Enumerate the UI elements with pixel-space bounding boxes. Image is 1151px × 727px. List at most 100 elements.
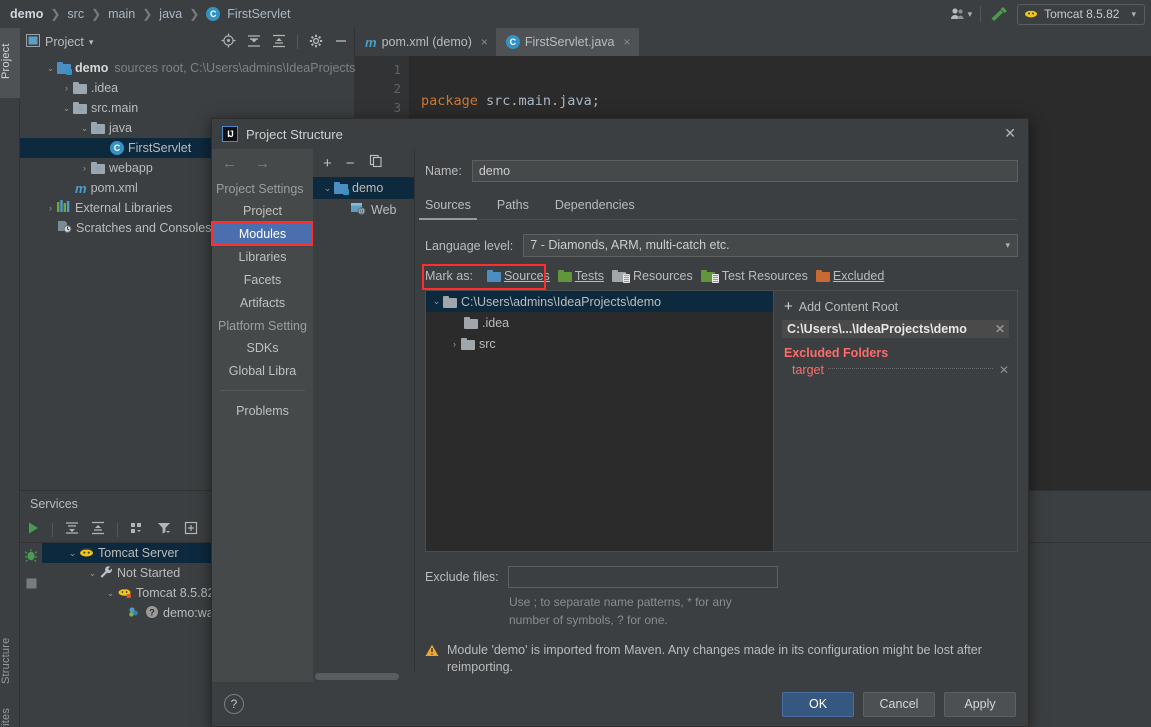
tree-label: demo [75, 61, 109, 75]
chevron-down-icon[interactable]: ⌄ [104, 588, 117, 599]
chevron-down-icon[interactable]: ⌄ [321, 183, 334, 194]
code-line: package src.main.java; [421, 93, 600, 109]
dotted-leader [827, 367, 993, 369]
run-icon[interactable] [26, 521, 40, 538]
expand-all-icon[interactable] [65, 521, 79, 538]
mark-as-test-resources-button[interactable]: Test Resources [700, 269, 808, 283]
expand-all-icon[interactable] [247, 34, 261, 51]
tree-item-src-main[interactable]: ⌄ src.main [20, 98, 354, 118]
gear-icon[interactable] [309, 34, 323, 51]
nav-item-problems[interactable]: Problems [212, 399, 313, 422]
tab-dependencies[interactable]: Dependencies [555, 198, 635, 219]
module-name-row: Name: demo [425, 149, 1018, 182]
chevron-right-icon[interactable]: › [448, 339, 461, 349]
editor-tab-label: pom.xml (demo) [381, 35, 472, 49]
mark-as-sources-button[interactable]: Sources [486, 269, 550, 283]
breadcrumb-item-firstservlet[interactable]: FirstServlet [225, 7, 292, 21]
close-icon[interactable]: ✕ [1004, 126, 1016, 140]
chevron-down-icon[interactable]: ⌄ [60, 103, 73, 114]
add-frame-icon[interactable] [184, 521, 199, 538]
copy-module-icon[interactable] [369, 154, 383, 172]
content-root-child-src[interactable]: › src [426, 333, 773, 354]
chevron-down-icon[interactable]: ⌄ [44, 63, 57, 74]
chevron-right-icon[interactable]: › [78, 163, 91, 173]
project-panel-title[interactable]: Project ▾ [26, 34, 93, 50]
close-icon[interactable]: ✕ [999, 363, 1009, 377]
breadcrumb-item-src[interactable]: src [65, 7, 86, 21]
chevron-down-icon[interactable]: ▾ [1131, 9, 1136, 20]
tab-sources[interactable]: Sources [419, 198, 477, 220]
content-root-row[interactable]: ⌄ C:\Users\admins\IdeaProjects\demo [426, 291, 773, 312]
debug-icon[interactable] [24, 548, 38, 565]
chevron-down-icon[interactable]: ⌄ [86, 568, 99, 579]
breadcrumb-separator: ❯ [189, 7, 200, 21]
run-configuration-selector[interactable]: Tomcat 8.5.82 ▾ [1017, 3, 1145, 25]
collapse-all-icon[interactable] [91, 521, 105, 538]
chevron-down-icon[interactable]: ⌄ [66, 548, 79, 559]
nav-item-global-libraries[interactable]: Global Libra [212, 359, 313, 382]
line-number: 1 [393, 62, 401, 77]
close-icon[interactable]: ✕ [995, 322, 1005, 336]
forward-arrow-icon[interactable]: → [255, 155, 270, 172]
nav-item-modules[interactable]: Modules [211, 221, 314, 246]
toolbar-right: ▾ Tomcat 8.5.82 ▾ [950, 0, 1145, 28]
tree-item-demo[interactable]: ⌄ demo sources root, C:\Users\admins\Ide… [20, 58, 359, 78]
module-item-web-facet[interactable]: Web [313, 199, 414, 221]
rail-tab-favorites[interactable]: Favorites [0, 700, 20, 727]
rail-tab-structure[interactable]: Structure [0, 628, 20, 694]
hammer-icon[interactable] [989, 5, 1009, 23]
chevron-down-icon[interactable]: ⌄ [430, 296, 443, 307]
collapse-all-icon[interactable] [272, 34, 286, 51]
rail-tab-project[interactable]: Project [0, 28, 20, 98]
nav-item-facets[interactable]: Facets [212, 268, 313, 291]
nav-item-artifacts[interactable]: Artifacts [212, 291, 313, 314]
mark-as-tests-button[interactable]: Tests [557, 269, 604, 283]
editor-tab-firstservlet-java[interactable]: C FirstServlet.java × [495, 28, 639, 56]
content-root-child-idea[interactable]: .idea [426, 312, 773, 333]
chevron-down-icon[interactable]: ⌄ [78, 123, 91, 134]
mark-as-excluded-button[interactable]: Excluded [815, 269, 884, 283]
language-level-select[interactable]: 7 - Diamonds, ARM, multi-catch etc. ▾ [523, 234, 1018, 257]
chevron-right-icon[interactable]: › [44, 203, 57, 213]
editor-tab-pom-xml[interactable]: m pom.xml (demo) × [355, 28, 496, 56]
breadcrumb-item-demo[interactable]: demo [8, 7, 45, 21]
remove-module-button[interactable]: − [346, 155, 355, 172]
locate-icon[interactable] [221, 33, 236, 51]
close-icon[interactable]: × [623, 35, 630, 49]
add-module-button[interactable]: + [323, 155, 332, 172]
exclude-files-input[interactable] [507, 566, 778, 588]
tab-paths[interactable]: Paths [497, 198, 529, 219]
back-arrow-icon[interactable]: ← [222, 155, 237, 172]
filter-icon[interactable] [157, 521, 172, 538]
hide-icon[interactable] [334, 34, 348, 51]
breadcrumb-item-java[interactable]: java [157, 7, 184, 21]
people-icon[interactable]: ▾ [950, 7, 972, 21]
close-icon[interactable]: × [481, 35, 488, 49]
add-content-root-button[interactable]: + Add Content Root [782, 296, 1009, 320]
stop-icon[interactable] [25, 577, 38, 593]
module-label: demo [352, 181, 384, 195]
maven-icon: m [75, 180, 87, 196]
excluded-folder-item[interactable]: target ✕ [782, 363, 1009, 377]
help-button[interactable]: ? [224, 694, 244, 714]
language-level-label: Language level: [425, 238, 514, 253]
tree-item-idea[interactable]: › .idea [20, 78, 354, 98]
mark-as-resources-button[interactable]: Resources [611, 269, 693, 283]
module-name-input[interactable]: demo [471, 160, 1018, 182]
chevron-down-icon[interactable]: ▾ [89, 37, 94, 48]
apply-button[interactable]: Apply [944, 691, 1016, 717]
cancel-button[interactable]: Cancel [863, 691, 935, 717]
breadcrumb-item-main[interactable]: main [106, 7, 137, 21]
ok-button[interactable]: OK [782, 691, 854, 717]
nav-item-libraries[interactable]: Libraries [212, 245, 313, 268]
chevron-right-icon[interactable]: › [60, 83, 73, 93]
nav-item-sdks[interactable]: SDKs [212, 336, 313, 359]
exclude-files-label: Exclude files: [425, 570, 499, 584]
chevron-down-icon[interactable]: ▾ [1005, 235, 1010, 256]
modules-horizontal-scrollbar[interactable] [313, 671, 415, 682]
group-icon[interactable] [130, 521, 145, 538]
module-item-demo[interactable]: ⌄ demo [313, 177, 414, 199]
content-root-chip[interactable]: C:\Users\...\IdeaProjects\demo ✕ [782, 320, 1009, 338]
services-item-tomcat-server[interactable]: ⌄ Tomcat Server [42, 543, 232, 563]
nav-item-project[interactable]: Project [212, 199, 313, 222]
